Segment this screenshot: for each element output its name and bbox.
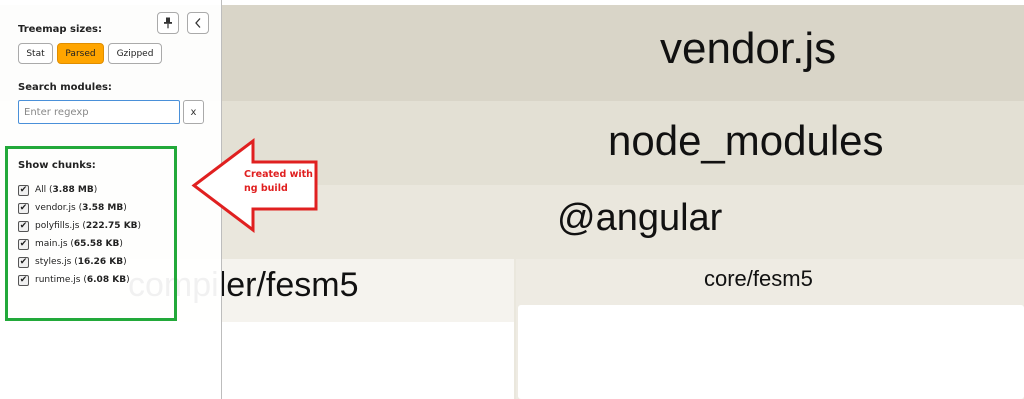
annotation-text-line2: ng build [244, 183, 288, 194]
size-gzipped-button[interactable]: Gzipped [108, 43, 162, 64]
treemap-label-node-modules: node_modules [608, 117, 884, 164]
treemap-label-vendor: vendor.js [660, 24, 837, 73]
treemap-cell-core-content[interactable] [518, 305, 1024, 399]
search-input[interactable] [18, 100, 180, 124]
treemap-label-core: core/fesm5 [704, 266, 813, 291]
treemap-label-angular: @angular [557, 197, 723, 239]
search-clear-button[interactable]: x [183, 100, 204, 124]
size-stat-button[interactable]: Stat [18, 43, 53, 64]
annotation-text-line1: Created with [244, 169, 313, 180]
size-parsed-button[interactable]: Parsed [57, 43, 104, 64]
collapse-sidebar-button[interactable] [187, 12, 209, 34]
chunks-highlight-box [5, 146, 177, 321]
annotation-text: Created with ng build [244, 168, 324, 196]
pin-button[interactable] [157, 12, 179, 34]
search-modules-title: Search modules: [18, 82, 112, 93]
treemap-sizes-title: Treemap sizes: [18, 24, 102, 35]
pin-icon [164, 17, 172, 29]
chevron-left-icon [195, 18, 201, 28]
